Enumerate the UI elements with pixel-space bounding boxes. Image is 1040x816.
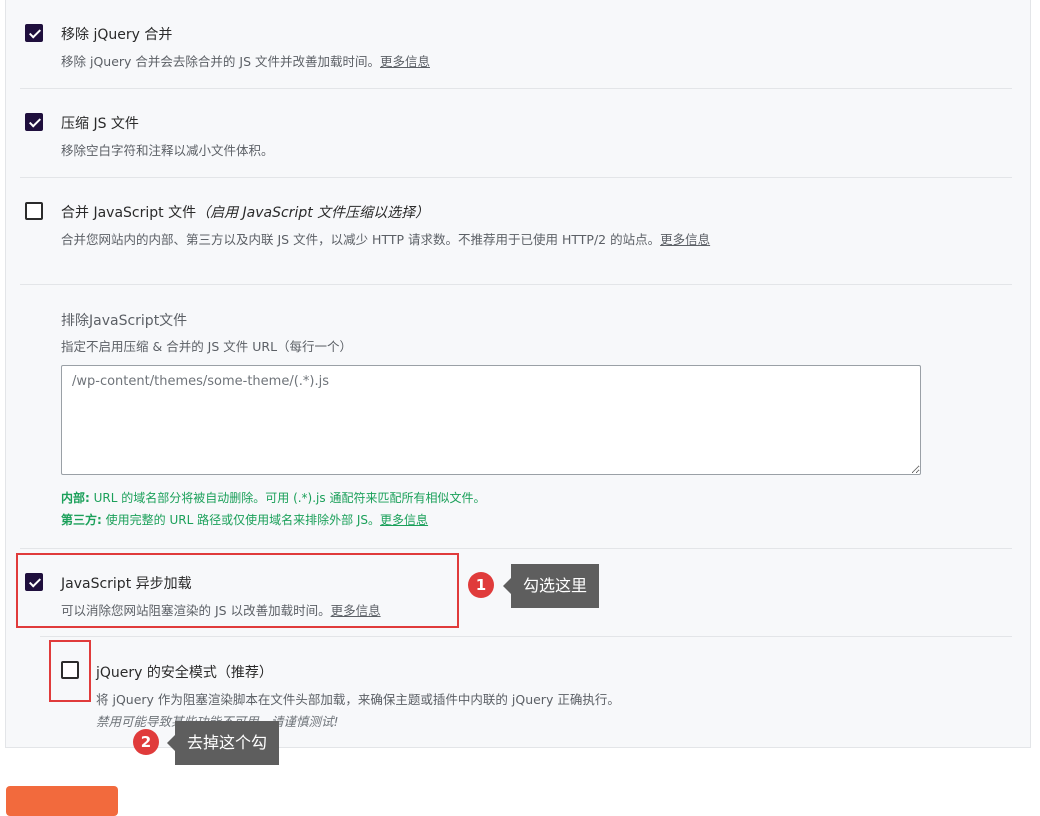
help-third-text: 使用完整的 URL 路径或仅使用域名来排除外部 JS。	[101, 513, 381, 527]
remove-jquery-migrate-more-link[interactable]: 更多信息	[380, 54, 430, 69]
minify-js-desc: 移除空白字符和注释以减小文件体积。	[61, 143, 274, 158]
divider	[20, 177, 1012, 178]
remove-jquery-migrate-desc-text: 移除 jQuery 合并会去除合并的 JS 文件并改善加载时间。	[61, 54, 380, 69]
divider	[40, 636, 1012, 637]
divider	[20, 284, 1012, 285]
combine-js-desc: 合并您网站内的内部、第三方以及内联 JS 文件，以减少 HTTP 请求数。不推荐…	[61, 229, 710, 248]
step-2-tooltip: 去掉这个勾	[166, 721, 280, 765]
remove-jquery-migrate-title: 移除 jQuery 合并	[61, 27, 173, 43]
combine-js-note: （启用 JavaScript 文件压缩以选择）	[196, 205, 430, 221]
remove-jquery-migrate-desc: 移除 jQuery 合并会去除合并的 JS 文件并改善加载时间。更多信息	[61, 51, 430, 70]
exclude-js-help-internal: 内部: URL 的域名部分将被自动删除。可用 (.*).js 通配符来匹配所有相…	[61, 489, 485, 506]
highlight-box-safe-mode	[49, 640, 91, 702]
highlight-box-defer-js	[16, 553, 459, 628]
exclude-js-desc: 指定不启用压缩 & 合并的 JS 文件 URL（每行一个）	[61, 339, 353, 354]
divider	[20, 88, 1012, 89]
combine-js-checkbox[interactable]	[25, 202, 43, 220]
combine-js-title: 合并 JavaScript 文件（启用 JavaScript 文件压缩以选择）	[61, 202, 429, 222]
remove-jquery-migrate-checkbox[interactable]	[25, 24, 43, 42]
combine-js-desc-text: 合并您网站内的内部、第三方以及内联 JS 文件，以减少 HTTP 请求数。不推荐…	[61, 232, 661, 247]
help-internal-label: 内部:	[61, 491, 90, 505]
minify-js-title: 压缩 JS 文件	[61, 116, 139, 132]
save-button[interactable]	[6, 786, 118, 816]
step-1-badge: 1	[468, 572, 494, 598]
exclude-js-textarea[interactable]	[61, 365, 921, 475]
step-2-badge: 2	[133, 729, 159, 755]
exclude-js-help-third: 第三方: 使用完整的 URL 路径或仅使用域名来排除外部 JS。更多信息	[61, 511, 428, 528]
help-internal-text: URL 的域名部分将被自动删除。可用 (.*).js 通配符来匹配所有相似文件。	[89, 491, 486, 505]
combine-js-more-link[interactable]: 更多信息	[660, 232, 710, 247]
combine-js-title-text: 合并 JavaScript 文件	[61, 205, 197, 221]
exclude-js-title: 排除JavaScript文件	[61, 313, 188, 329]
step-1-tooltip: 勾选这里	[502, 564, 600, 608]
help-third-label: 第三方:	[61, 513, 102, 527]
exclude-js-more-link[interactable]: 更多信息	[380, 513, 428, 527]
jquery-safe-mode-title: jQuery 的安全模式（推荐）	[96, 665, 273, 681]
minify-js-checkbox[interactable]	[25, 113, 43, 131]
divider	[20, 548, 1012, 549]
jquery-safe-mode-desc: 将 jQuery 作为阻塞渲染脚本在文件头部加载，来确保主题或插件中内联的 jQ…	[96, 692, 620, 707]
